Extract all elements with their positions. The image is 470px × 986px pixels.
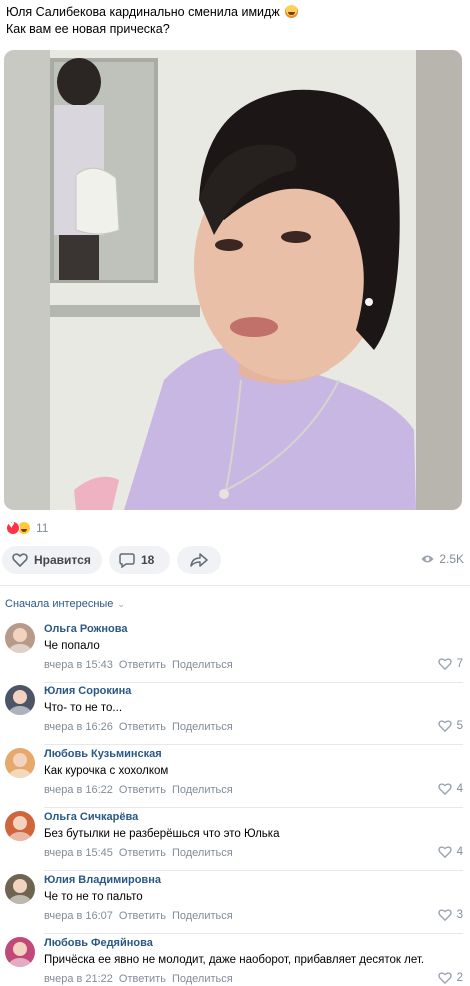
comment-author[interactable]: Любовь Федяйнова — [44, 937, 153, 949]
heart-outline-icon — [437, 972, 452, 984]
reply-link[interactable]: Ответить — [119, 973, 166, 985]
comment-time[interactable]: вчера в 15:43 — [44, 659, 113, 671]
reply-link[interactable]: Ответить — [119, 659, 166, 671]
comment-text: Что- то не то... — [44, 702, 123, 714]
comment-time[interactable]: вчера в 16:07 — [44, 910, 113, 922]
sort-label: Сначала интересные — [5, 598, 114, 610]
comment-author[interactable]: Ольга Сичкарёва — [44, 811, 138, 823]
comment-author[interactable]: Юлия Владимировна — [44, 874, 161, 886]
comment-item: Любовь Федяйнова Причёска ее явно не моло… — [0, 934, 470, 986]
avatar[interactable] — [5, 623, 35, 653]
comment-time[interactable]: вчера в 16:22 — [44, 784, 113, 796]
post-title: Юля Салибекова кардинально сменила имидж — [6, 5, 280, 19]
comment-like-count: 2 — [456, 972, 463, 984]
post-actions: Нравится 18 2.5K — [2, 546, 468, 574]
comment-item: Юлия Владимировна Че то не то пальто вчера… — [0, 871, 470, 934]
heart-outline-icon — [437, 783, 452, 795]
heart-outline-icon — [12, 553, 28, 567]
comment-item: Ольга Рожнова Че попало вчера в 15:43 Ответ… — [0, 620, 470, 683]
comment-author[interactable]: Ольга Рожнова — [44, 623, 127, 635]
avatar-image — [5, 811, 35, 841]
comment-icon — [119, 552, 135, 568]
comment-like-button[interactable]: 2 — [437, 972, 463, 984]
reactions-summary[interactable]: 11 — [6, 519, 48, 537]
comment-like-button[interactable]: 4 — [437, 846, 463, 858]
reactions-count: 11 — [36, 521, 49, 535]
avatar-image — [5, 937, 35, 967]
share-link[interactable]: Поделиться — [172, 659, 233, 671]
avatar[interactable] — [5, 748, 35, 778]
comment-author[interactable]: Юлия Сорокина — [44, 685, 131, 697]
comment-text: Че то не то пальто — [44, 891, 143, 903]
photo-illustration — [4, 50, 462, 510]
eye-icon — [421, 555, 434, 563]
heart-outline-icon — [437, 909, 452, 921]
views-counter: 2.5K — [421, 552, 464, 566]
heart-outline-icon — [437, 846, 452, 858]
avatar[interactable] — [5, 811, 35, 841]
comment-time[interactable]: вчера в 16:26 — [44, 721, 113, 733]
reply-link[interactable]: Ответить — [119, 847, 166, 859]
avatar-image — [5, 623, 35, 653]
reply-link[interactable]: Ответить — [119, 910, 166, 922]
comment-like-count: 3 — [456, 909, 463, 921]
comments-button[interactable]: 18 — [109, 546, 170, 574]
heart-outline-icon — [437, 658, 452, 670]
avatar-image — [5, 874, 35, 904]
comment-text: Че попало — [44, 640, 100, 652]
comment-text: Без бутылки не разберёшься что это Юлька — [44, 828, 280, 840]
like-label: Нравится — [34, 553, 91, 567]
comment-like-count: 4 — [456, 846, 463, 858]
comment-like-count: 4 — [456, 783, 463, 795]
comment-author[interactable]: Любовь Кузьминская — [44, 748, 162, 760]
comment-like-button[interactable]: 5 — [437, 720, 463, 732]
comment-like-count: 7 — [456, 658, 463, 670]
comment-meta: вчера в 16:26 Ответить Поделиться — [44, 721, 233, 733]
comment-item: Ольга Сичкарёва Без бутылки не разберёшьс… — [0, 808, 470, 871]
heart-reaction-icon — [6, 519, 20, 535]
avatar-image — [5, 685, 35, 715]
heart-outline-icon — [437, 720, 452, 732]
comment-meta: вчера в 16:07 Ответить Поделиться — [44, 910, 233, 922]
chevron-down-icon: ⌄ — [117, 598, 125, 609]
comments-count: 18 — [141, 553, 155, 567]
divider — [0, 585, 470, 586]
comment-time[interactable]: вчера в 15:45 — [44, 847, 113, 859]
comment-time[interactable]: вчера в 21:22 — [44, 973, 113, 985]
angry-emoji-icon — [285, 5, 299, 18]
share-link[interactable]: Поделиться — [172, 910, 233, 922]
avatar[interactable] — [5, 874, 35, 904]
share-arrow-icon — [190, 553, 208, 567]
post-text: Юля Салибекова кардинально сменила имидж… — [6, 4, 464, 38]
comments-sort-dropdown[interactable]: Сначала интересные ⌄ — [5, 598, 125, 610]
views-count: 2.5K — [439, 552, 464, 566]
comment-like-button[interactable]: 4 — [437, 783, 463, 795]
avatar[interactable] — [5, 937, 35, 967]
share-link[interactable]: Поделиться — [172, 784, 233, 796]
comment-like-button[interactable]: 3 — [437, 909, 463, 921]
avatar[interactable] — [5, 685, 35, 715]
comment-meta: вчера в 16:22 Ответить Поделиться — [44, 784, 233, 796]
share-link[interactable]: Поделиться — [172, 721, 233, 733]
post-subtitle: Как вам ее новая прическа? — [6, 22, 170, 36]
comment-text: Как курочка с хохолком — [44, 765, 169, 777]
like-button[interactable]: Нравится — [2, 546, 102, 574]
comment-item: Юлия Сорокина Что- то не то... вчера в 16:… — [0, 682, 470, 745]
reply-link[interactable]: Ответить — [119, 721, 166, 733]
avatar-image — [5, 748, 35, 778]
comment-text: Причёска ее явно не молодит, даже наобор… — [44, 954, 425, 966]
comment-like-button[interactable]: 7 — [437, 658, 463, 670]
comment-meta: вчера в 21:22 Ответить Поделиться — [44, 973, 233, 985]
comment-meta: вчера в 15:43 Ответить Поделиться — [44, 659, 233, 671]
share-link[interactable]: Поделиться — [172, 847, 233, 859]
post-photo[interactable] — [4, 50, 462, 510]
comment-like-count: 5 — [456, 720, 463, 732]
share-button[interactable] — [177, 546, 221, 574]
comment-item: Любовь Кузьминская Как курочка с хохолком… — [0, 745, 470, 808]
reply-link[interactable]: Ответить — [119, 784, 166, 796]
share-link[interactable]: Поделиться — [172, 973, 233, 985]
comment-meta: вчера в 15:45 Ответить Поделиться — [44, 847, 233, 859]
